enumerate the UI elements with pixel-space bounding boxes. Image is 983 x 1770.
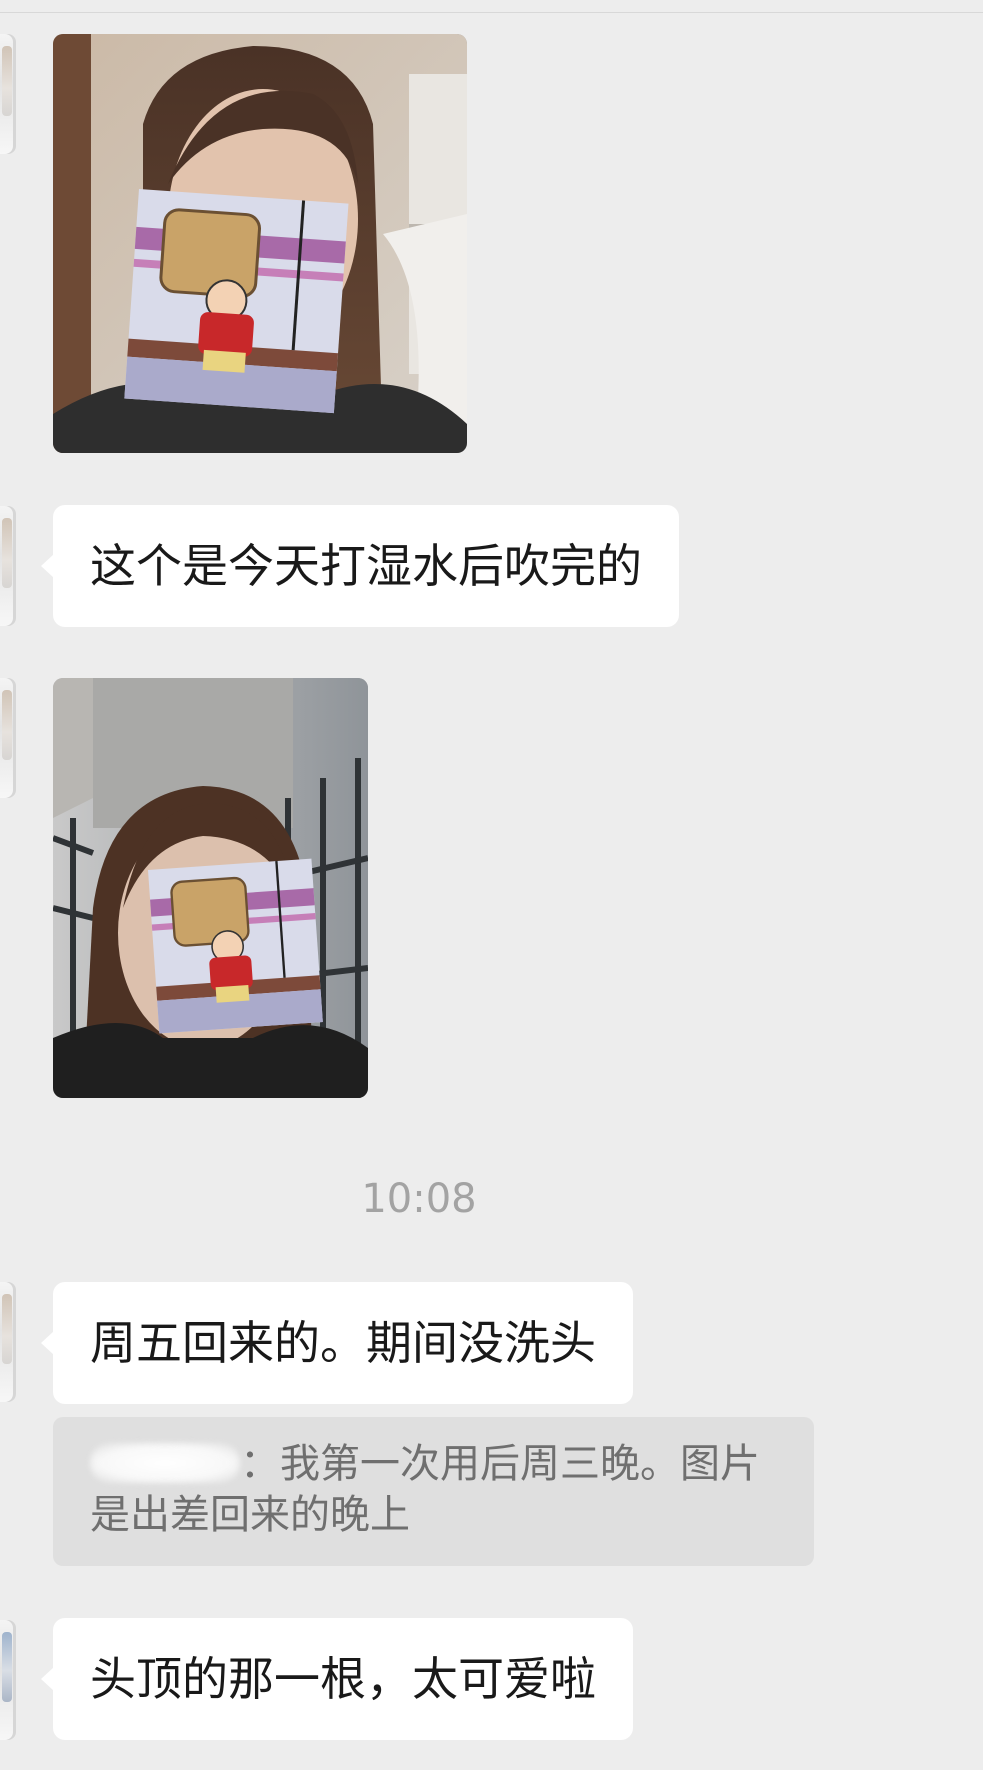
image-message[interactable] bbox=[53, 34, 467, 453]
selfie-photo-image bbox=[53, 34, 467, 453]
sender-avatar[interactable] bbox=[0, 1620, 16, 1740]
selfie-photo-image bbox=[53, 678, 368, 1098]
quoted-sender-name-redacted bbox=[90, 1443, 240, 1483]
sender-avatar[interactable] bbox=[0, 34, 16, 154]
text-message-bubble[interactable]: 头顶的那一根，太可爱啦 bbox=[41, 1618, 633, 1740]
image-message[interactable] bbox=[53, 678, 368, 1098]
sender-avatar[interactable] bbox=[0, 506, 16, 626]
quote-separator: ： bbox=[240, 1441, 280, 1487]
chat-timestamp: 10:08 bbox=[361, 1176, 477, 1222]
text-message-bubble[interactable]: 周五回来的。期间没洗头 bbox=[41, 1282, 633, 1404]
message-text: 周五回来的。期间没洗头 bbox=[90, 1316, 596, 1370]
sender-avatar[interactable] bbox=[0, 678, 16, 798]
message-text: 头顶的那一根，太可爱啦 bbox=[90, 1652, 596, 1706]
quoted-message[interactable]: ：我第一次用后周三晚。图片是出差回来的晚上 bbox=[53, 1417, 814, 1566]
top-divider bbox=[0, 12, 983, 13]
sender-avatar[interactable] bbox=[0, 1282, 16, 1402]
text-message-bubble[interactable]: 这个是今天打湿水后吹完的 bbox=[41, 505, 679, 627]
message-text: 这个是今天打湿水后吹完的 bbox=[90, 539, 642, 593]
